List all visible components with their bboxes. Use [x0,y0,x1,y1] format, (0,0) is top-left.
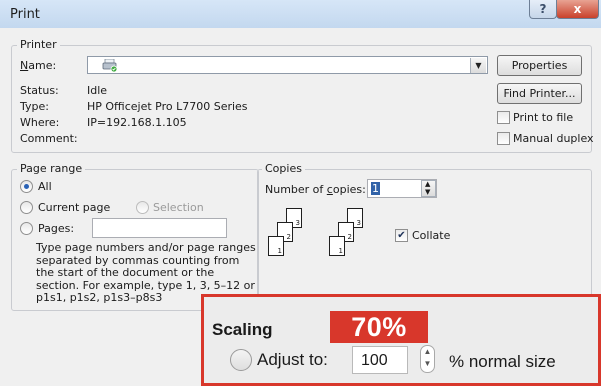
collate-label: Collate [412,229,451,242]
page-icon-1: 1 [329,236,345,256]
print-to-file-checkbox[interactable] [497,111,510,124]
all-radio-label: All [38,180,52,193]
where-label: Where: [20,116,60,129]
scaling-label: Scaling [212,320,273,339]
print-to-file-label: Print to file [513,111,574,124]
printer-icon [102,58,118,75]
chevron-down-icon[interactable]: ▼ [421,358,434,370]
adjust-to-input[interactable]: 100 [352,346,408,374]
page-icon-1: 1 [268,236,284,256]
manual-duplex-checkbox[interactable] [497,132,510,145]
help-icon: ? [539,2,547,16]
zoom-badge: 70% [330,311,428,343]
adjust-to-radio[interactable] [230,349,252,371]
selection-radio[interactable] [136,201,149,214]
adjust-to-stepper[interactable]: ▲ ▼ [420,345,435,373]
normal-size-label: % normal size [449,352,556,371]
pages-input[interactable] [92,218,227,238]
pages-radio-label: Pages: [38,222,75,235]
status-label: Status: [20,84,59,97]
find-printer-button-label: Find Printer... [503,87,576,100]
type-value: HP Officejet Pro L7700 Series [87,100,248,113]
chevron-up-icon[interactable]: ▲ [421,346,434,358]
current-page-radio-label: Current page [38,201,111,214]
properties-button[interactable]: Properties [497,55,582,76]
manual-duplex-label: Manual duplex [513,132,594,145]
title-bar: Print ? x [0,0,601,28]
all-radio[interactable] [20,180,33,193]
where-value: IP=192.168.1.105 [87,116,187,129]
chevron-down-icon[interactable]: ▼ [425,188,430,196]
pages-radio[interactable] [20,222,33,235]
copies-group-label: Copies [262,162,305,175]
status-value: Idle [87,84,108,97]
chevron-down-icon[interactable]: ▼ [470,58,486,73]
selection-radio-label: Selection [153,201,204,214]
close-icon: x [573,2,582,16]
collate-checkbox[interactable]: ✔ [395,229,408,242]
number-of-copies-label: Number of copies: [265,183,366,196]
printer-name-select[interactable]: ▼ [87,56,488,74]
help-button[interactable]: ? [529,0,557,19]
type-label: Type: [20,100,49,113]
page-range-group-label: Page range [17,162,86,175]
current-page-radio[interactable] [20,201,33,214]
printer-group-label: Printer [17,38,60,51]
adjust-to-label: Adjust to: [257,350,328,369]
copies-input-value: 1 [371,182,380,195]
name-label: Name: [20,59,57,72]
close-button[interactable]: x [556,0,599,19]
properties-button-label: Properties [511,59,568,72]
checkmark-icon: ✔ [397,229,406,241]
chevron-up-icon[interactable]: ▲ [425,180,430,188]
comment-label: Comment: [20,132,78,145]
copies-stepper[interactable]: ▲ ▼ [421,180,436,197]
dialog-title: Print [10,7,40,22]
find-printer-button[interactable]: Find Printer... [497,83,582,104]
adjust-to-value: 100 [361,352,388,369]
